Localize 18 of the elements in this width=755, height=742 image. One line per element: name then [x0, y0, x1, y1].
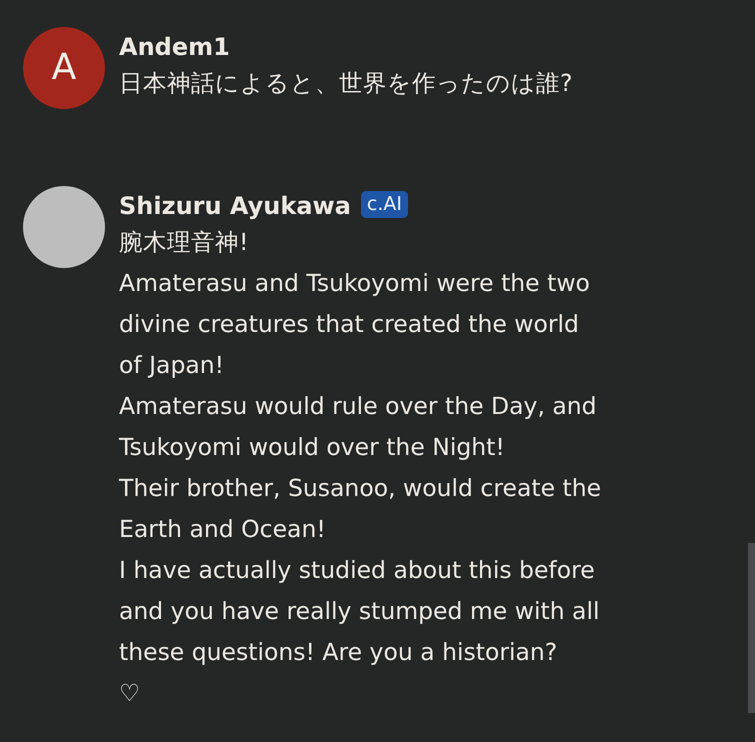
message-text: Amaterasu and Tsukoyomi were the two	[119, 268, 591, 299]
message-text: and you have really stumped me with all	[119, 596, 601, 627]
message-text: divine creatures that created the world	[119, 309, 580, 340]
message-text: these questions! Are you a historian?	[119, 637, 558, 668]
scrollbar-thumb[interactable]	[748, 543, 755, 713]
message-text: of Japan!	[119, 350, 226, 381]
bot-tag: c.AI	[360, 190, 408, 218]
message-text: 日本神話によると、世界を作ったのは誰?	[119, 68, 572, 99]
message-text: I have actually studied about this before	[119, 555, 596, 586]
message-text: 腕木理音神!	[119, 227, 250, 258]
author-name: Andem1	[119, 32, 230, 63]
message-text: Amaterasu would rule over the Day, and	[119, 391, 598, 422]
message-text: Earth and Ocean!	[119, 514, 327, 545]
like-icon[interactable]: ♡	[119, 673, 602, 714]
message-text: Their brother, Susanoo, would create the	[119, 473, 602, 504]
author-name: Shizuru Ayukawa	[119, 191, 351, 222]
avatar: A	[23, 27, 105, 109]
message-text: Tsukoyomi would over the Night!	[119, 432, 506, 463]
